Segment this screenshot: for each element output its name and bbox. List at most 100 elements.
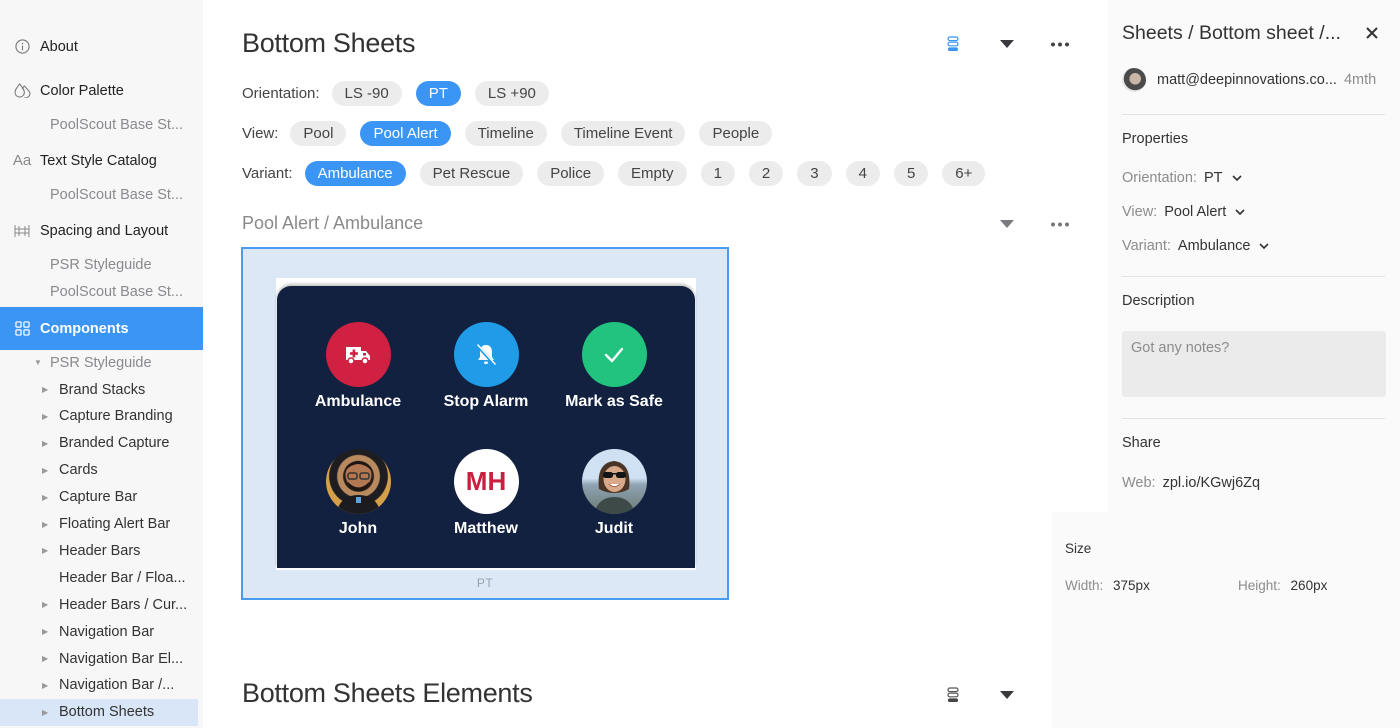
person-john[interactable]: John	[293, 449, 423, 538]
caret-right-icon[interactable]: ▶	[42, 412, 54, 421]
caret-right-icon[interactable]: ▶	[42, 654, 54, 663]
tree-item[interactable]: ▶ Navigation Bar /...	[0, 672, 203, 699]
size-key: Width:	[1065, 578, 1104, 593]
caret-right-icon[interactable]: ▶	[42, 439, 54, 448]
caret-right-icon[interactable]: ▶	[42, 466, 54, 475]
collapse-button[interactable]	[995, 32, 1019, 56]
action-stop-alarm[interactable]: Stop Alarm	[421, 322, 551, 411]
more-options-button[interactable]	[1048, 32, 1072, 56]
tree-root-label: PSR Styleguide	[50, 354, 152, 371]
size-value: 375px	[1113, 578, 1150, 593]
variant-chip[interactable]: 2	[748, 161, 784, 186]
more-dots-icon	[1051, 222, 1069, 226]
orientation-chip[interactable]: LS +90	[474, 81, 549, 106]
property-orientation-dropdown[interactable]: Orientation: PT	[1122, 170, 1242, 186]
size-heading: Size	[1065, 541, 1092, 556]
tree-item[interactable]: ▶ Navigation Bar El...	[0, 645, 203, 672]
orientation-chip[interactable]: PT	[415, 81, 461, 106]
variant-filter: Variant: Ambulance Pet Rescue Police Empty 1…	[242, 161, 999, 186]
orientation-chip[interactable]: LS -90	[331, 81, 402, 106]
tree-item[interactable]: ▶ Capture Bar	[0, 484, 203, 511]
property-variant-dropdown[interactable]: Variant: Ambulance	[1122, 238, 1270, 254]
action-label: Mark as Safe	[565, 393, 663, 410]
sidebar-item-about[interactable]: About	[0, 33, 203, 60]
view-filter: View: Pool Pool Alert Timeline Timeline Eve…	[242, 121, 786, 146]
section-layers-button[interactable]	[941, 683, 965, 707]
tree-item-label: Capture Branding	[59, 408, 173, 425]
tree-item[interactable]: ▶ Branded Capture	[0, 430, 203, 457]
tree-root-psr-styleguide[interactable]: ▼ PSR Styleguide	[0, 349, 203, 376]
artboard-preview[interactable]: Ambulance Stop Alarm Mark as Safe John M…	[241, 247, 729, 600]
caret-right-icon[interactable]: ▶	[42, 520, 54, 529]
person-photo-icon	[593, 461, 635, 514]
tree-item-label: Navigation Bar El...	[59, 650, 184, 667]
sidebar-subitem-psr-styleguide[interactable]: PSR Styleguide	[0, 251, 203, 278]
component-collapse-button[interactable]	[995, 212, 1019, 236]
sidebar-subitem-spacing-base[interactable]: PoolScout Base St...	[0, 278, 203, 305]
ambulance-circle	[325, 322, 391, 387]
caret-right-icon[interactable]: ▶	[42, 627, 54, 636]
avatar	[581, 449, 647, 514]
tree-item[interactable]: ▶ Header Bars / Cur...	[0, 591, 203, 618]
variant-chip[interactable]: Pet Rescue	[419, 161, 524, 186]
caret-right-icon[interactable]: ▶	[42, 681, 54, 690]
action-mark-as-safe[interactable]: Mark as Safe	[549, 322, 679, 411]
tree-item[interactable]: ▶ Navigation Bar	[0, 618, 203, 645]
layers-toggle-button[interactable]	[941, 32, 965, 56]
caret-right-icon[interactable]: ▶	[42, 385, 54, 394]
close-button[interactable]	[1366, 22, 1378, 45]
variant-chip[interactable]: Empty	[618, 161, 687, 186]
variant-chip[interactable]: 6+	[942, 161, 986, 186]
tree-item[interactable]: ▶ Header Bars	[0, 537, 203, 564]
property-key: Orientation:	[1122, 170, 1197, 186]
tree-item-label: Navigation Bar	[59, 623, 155, 640]
person-label: Judit	[594, 520, 634, 537]
view-chip[interactable]: Timeline	[464, 121, 547, 146]
variant-chip[interactable]: Police	[537, 161, 605, 186]
tree-item-label: Header Bar / Floa...	[59, 569, 186, 586]
property-view-dropdown[interactable]: View: Pool Alert	[1122, 204, 1245, 220]
chevron-down-icon	[1235, 208, 1245, 215]
tree-item[interactable]: Header Bar / Floa...	[0, 564, 203, 591]
size-key: Height:	[1238, 578, 1281, 593]
caret-right-icon[interactable]: ▶	[42, 600, 54, 609]
view-chip[interactable]: People	[699, 121, 773, 146]
info-icon	[0, 39, 40, 54]
caret-right-icon[interactable]: ▶	[42, 546, 54, 555]
sidebar-item-spacing-layout[interactable]: Spacing and Layout	[0, 217, 203, 244]
component-more-button[interactable]	[1048, 212, 1072, 236]
variant-chip[interactable]: 5	[893, 161, 929, 186]
view-chip[interactable]: Timeline Event	[560, 121, 686, 146]
variant-chip[interactable]: 3	[797, 161, 832, 186]
view-chip[interactable]: Pool Alert	[360, 121, 451, 146]
person-photo-icon	[335, 461, 381, 514]
section-collapse-button[interactable]	[995, 683, 1019, 707]
spacing-grid-icon	[0, 224, 40, 238]
variant-chip[interactable]: 4	[845, 161, 880, 186]
sidebar-subitem-text-style-base[interactable]: PoolScout Base St...	[0, 181, 203, 208]
person-matthew[interactable]: MH Matthew	[421, 449, 551, 538]
action-ambulance[interactable]: Ambulance	[293, 322, 423, 411]
description-input[interactable]	[1122, 331, 1386, 397]
sidebar-subitem-label: PoolScout Base St...	[50, 283, 183, 300]
sidebar-item-components[interactable]: Components	[0, 307, 203, 350]
variant-chip[interactable]: 1	[700, 161, 735, 186]
variant-chip[interactable]: Ambulance	[304, 161, 406, 186]
divider	[1122, 114, 1385, 115]
view-chip[interactable]: Pool	[290, 121, 347, 146]
tree-item[interactable]: ▶ Cards	[0, 457, 203, 484]
tree-item[interactable]: ▶ Bottom Sheets	[0, 698, 198, 726]
tree-item[interactable]: ▶ Brand Stacks	[0, 376, 203, 403]
component-title: Pool Alert / Ambulance	[242, 213, 424, 233]
tree-item[interactable]: ▶ Floating Alert Bar	[0, 511, 203, 538]
triangle-down-icon	[1000, 691, 1014, 699]
share-web-link[interactable]: Web: zpl.io/KGwj6Zq	[1122, 475, 1269, 491]
sidebar-item-text-style-catalog[interactable]: Aa Text Style Catalog	[0, 147, 203, 174]
tree-item[interactable]: ▶ Capture Branding	[0, 403, 203, 430]
sidebar-item-color-palette[interactable]: Color Palette	[0, 77, 203, 104]
person-judit[interactable]: Judit	[549, 449, 679, 538]
sidebar-subitem-color-palette-base[interactable]: PoolScout Base St...	[0, 111, 203, 138]
share-url: zpl.io/KGwj6Zq	[1162, 475, 1261, 491]
caret-right-icon[interactable]: ▶	[42, 493, 54, 502]
caret-right-icon[interactable]: ▶	[42, 708, 54, 717]
